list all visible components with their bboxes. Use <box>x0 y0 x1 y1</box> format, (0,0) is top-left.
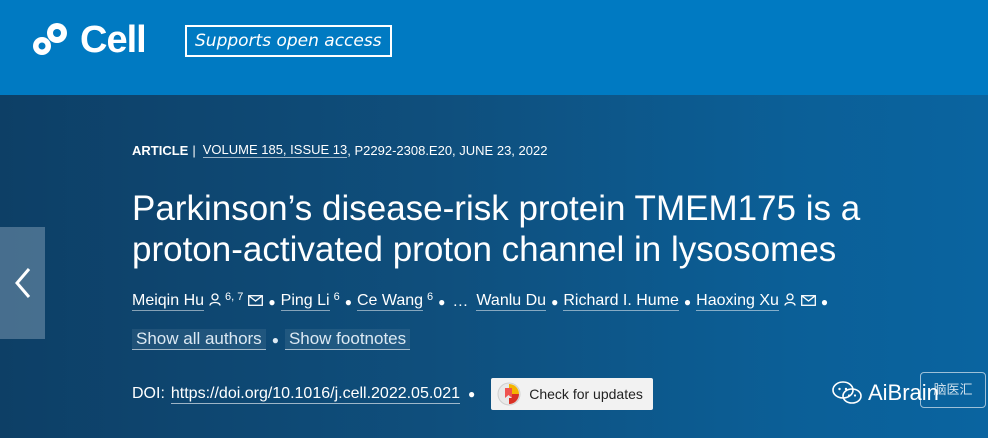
article-type: ARTICLE <box>132 142 189 158</box>
author-name[interactable]: Meiqin Hu <box>132 292 205 311</box>
meta-separator: | <box>192 142 196 158</box>
mail-icon[interactable] <box>248 293 264 311</box>
article-meta: ARTICLE | VOLUME 185, ISSUE 13 , P2292-2… <box>132 142 547 158</box>
show-footnotes-link[interactable]: Show footnotes <box>284 329 411 350</box>
author-name[interactable]: Haoxing Xu <box>696 292 779 311</box>
author-separator-dot: ● <box>344 294 352 309</box>
author-list: Meiqin Hu 6, 7 ● Ping Li 6 ● Ce Wang 6 ●… <box>132 291 833 311</box>
cell-logo-mark-icon <box>33 23 67 55</box>
author-separator-dot: ● <box>820 294 829 309</box>
author-separator-dot: ● <box>438 294 446 309</box>
pages-date: , P2292-2308.E20, JUNE 23, 2022 <box>347 142 548 158</box>
article-title: Parkinson’s disease-risk protein TMEM175… <box>132 189 861 269</box>
wechat-icon <box>832 381 862 404</box>
author-affiliation[interactable]: 6 <box>334 291 340 303</box>
doi-row: DOI: https://doi.org/10.1016/j.cell.2022… <box>132 378 653 410</box>
author-item[interactable]: Haoxing Xu <box>696 292 816 311</box>
author-item[interactable]: Richard I. Hume <box>563 292 679 311</box>
author-name[interactable]: Richard I. Hume <box>563 292 679 311</box>
doi-label: DOI: <box>132 385 165 402</box>
check-for-updates-label: Check for updates <box>529 386 643 402</box>
author-item[interactable]: Meiqin Hu 6, 7 <box>132 291 264 311</box>
watermark-seal: 脑医汇 <box>920 372 986 408</box>
author-affiliation[interactable]: 6 <box>427 291 433 303</box>
logo-text: Cell <box>80 19 147 61</box>
volume-issue-link[interactable]: VOLUME 185, ISSUE 13 <box>202 142 348 158</box>
check-for-updates-button[interactable]: Check for updates <box>491 378 653 410</box>
previous-article-button[interactable] <box>0 227 45 339</box>
author-separator-dot: ● <box>268 294 276 309</box>
journal-header: Cell Supports open access <box>0 0 988 95</box>
author-affiliation[interactable]: 6, 7 <box>225 291 243 303</box>
author-name[interactable]: Ping Li <box>280 292 330 311</box>
doi-separator-dot: ● <box>468 387 476 401</box>
author-name[interactable]: Wanlu Du <box>476 292 547 311</box>
person-icon <box>784 292 796 311</box>
watermark: AiBrain 脑医汇 <box>832 372 986 408</box>
crossmark-icon <box>497 382 521 406</box>
author-item[interactable]: Ping Li 6 <box>280 291 340 311</box>
doi-link[interactable]: https://doi.org/10.1016/j.cell.2022.05.0… <box>170 385 460 404</box>
author-item[interactable]: Ce Wang 6 <box>356 291 433 311</box>
author-separator-dot: ● <box>683 294 692 309</box>
cell-logo[interactable]: Cell <box>28 18 147 62</box>
author-name[interactable]: Ce Wang <box>356 292 424 311</box>
mail-icon[interactable] <box>800 293 816 311</box>
author-item[interactable]: Wanlu Du <box>476 292 547 311</box>
authors-ellipsis: … <box>452 292 469 310</box>
chevron-left-icon <box>14 268 30 298</box>
show-all-authors-link[interactable]: Show all authors <box>132 329 266 350</box>
person-icon <box>209 292 221 311</box>
open-access-badge[interactable]: Supports open access <box>185 25 392 57</box>
author-links: Show all authors ● Show footnotes <box>132 329 411 350</box>
links-separator-dot: ● <box>271 332 279 347</box>
author-separator-dot: ● <box>551 294 559 309</box>
